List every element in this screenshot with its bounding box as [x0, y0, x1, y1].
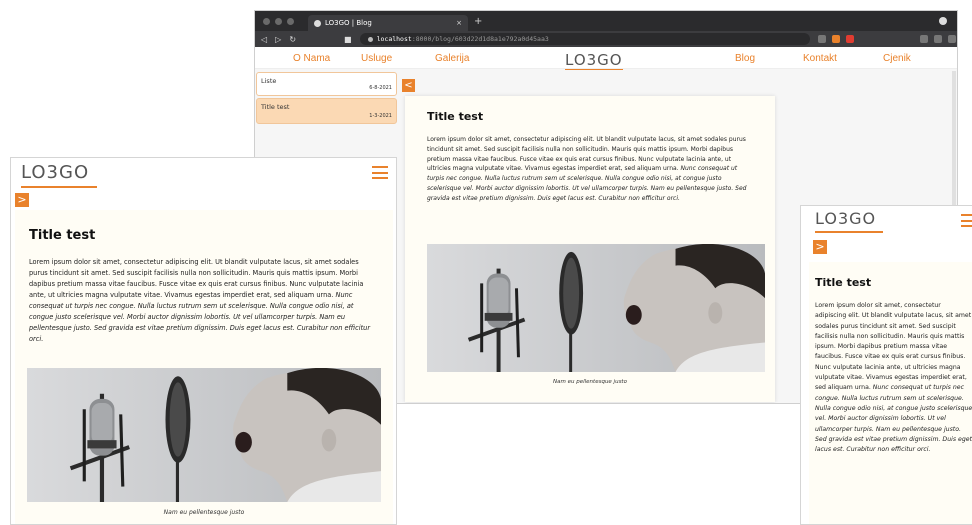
post-photo	[427, 244, 765, 372]
browser-tab-title: LO3GO | Blog	[325, 19, 372, 27]
blog-post-card: Title test Lorem ipsum dolor sit amet, c…	[15, 210, 393, 524]
extension-icon[interactable]	[831, 35, 840, 43]
sidebar-item-title-test[interactable]: Title test 1-3-2021	[256, 98, 397, 124]
photo-caption: Nam eu pellentesque justo	[163, 509, 245, 516]
post-body-italic: Nunc consequat ut turpis nec congue. Nul…	[815, 384, 972, 454]
check-extension-icon[interactable]	[919, 35, 928, 43]
blog-post-card: Title test Lorem ipsum dolor sit amet, c…	[405, 96, 775, 402]
bookmark-icon[interactable]: ■	[344, 35, 352, 44]
sidebar-item-liste[interactable]: Liste 6-8-2021	[256, 72, 397, 96]
site-logo[interactable]: LO3GO	[815, 209, 876, 228]
sidebar-item-date: 6-8-2021	[369, 85, 392, 91]
expand-sidebar-button[interactable]: >	[15, 193, 29, 207]
collapse-sidebar-button[interactable]: <	[402, 79, 415, 92]
tab-close-icon[interactable]: ×	[456, 19, 462, 27]
hamburger-menu-icon[interactable]	[961, 214, 972, 227]
reload-icon[interactable]: ↻	[289, 35, 296, 44]
post-body: Lorem ipsum dolor sit amet, consectetur …	[815, 301, 972, 455]
playlist-icon[interactable]	[947, 35, 956, 43]
nav-link-usluge[interactable]: Usluge	[361, 53, 392, 64]
site-info-icon[interactable]	[367, 36, 373, 42]
maximize-window-button[interactable]	[287, 17, 294, 25]
hamburger-menu-icon[interactable]	[372, 166, 388, 179]
tablet-view: LO3GO > Title test Lorem ipsum dolor sit…	[10, 157, 397, 525]
nav-link-blog[interactable]: Blog	[735, 53, 755, 64]
post-body: Lorem ipsum dolor sit amet, consectetur …	[427, 135, 753, 204]
mobile-view: LO3GO > Title test Lorem ipsum dolor sit…	[800, 205, 972, 525]
url-path: :8000/blog/603d22d1d8a1e792a0d45aa3	[411, 35, 549, 43]
post-photo	[27, 368, 381, 502]
site-logo[interactable]: LO3GO	[565, 51, 623, 69]
post-body-regular: Lorem ipsum dolor sit amet, consectetur …	[29, 258, 364, 299]
reader-icon[interactable]	[817, 35, 826, 43]
browser-tab[interactable]: LO3GO | Blog ×	[308, 15, 468, 31]
photo-caption: Nam eu pellentesque justo	[553, 379, 627, 385]
logo-underline	[21, 186, 97, 188]
sidebar-item-date: 1-3-2021	[369, 113, 392, 119]
post-title: Title test	[29, 228, 96, 243]
browser-toolbar: ◁ ▷ ↻ ■ localhost :8000/blog/603d22d1d8a…	[255, 31, 957, 47]
blog-sidebar: Liste 6-8-2021 Title test 1-3-2021	[255, 71, 399, 126]
browser-tab-bar: LO3GO | Blog × +	[255, 11, 957, 31]
address-bar[interactable]: localhost :8000/blog/603d22d1d8a1e792a0d…	[359, 33, 810, 45]
blog-post-card: Title test Lorem ipsum dolor sit amet, c…	[809, 262, 972, 524]
sidebar-item-label: Liste	[261, 77, 277, 85]
logo-underline	[565, 69, 623, 70]
sidebar-item-label: Title test	[261, 103, 290, 111]
back-nav-icon[interactable]: ◁	[261, 35, 267, 44]
close-window-button[interactable]	[263, 17, 270, 25]
forward-nav-icon[interactable]: ▷	[275, 35, 281, 44]
nav-link-galerija[interactable]: Galerija	[435, 53, 469, 64]
logo-underline	[815, 231, 883, 233]
site-logo[interactable]: LO3GO	[21, 162, 89, 183]
nav-link-cjenik[interactable]: Cjenik	[883, 53, 911, 64]
new-tab-button[interactable]: +	[474, 16, 482, 27]
post-title: Title test	[815, 276, 872, 289]
url-host: localhost	[376, 35, 412, 43]
puzzle-icon[interactable]	[933, 35, 942, 43]
minimize-window-button[interactable]	[275, 17, 282, 25]
post-body: Lorem ipsum dolor sit amet, consectetur …	[29, 257, 379, 345]
nav-link-o-nama[interactable]: O Nama	[293, 53, 330, 64]
extensions-area	[817, 35, 957, 43]
nav-link-kontakt[interactable]: Kontakt	[803, 53, 837, 64]
window-controls[interactable]	[263, 17, 294, 25]
expand-sidebar-button[interactable]: >	[813, 240, 827, 254]
post-body-regular: Lorem ipsum dolor sit amet, consectetur …	[815, 302, 972, 392]
alert-extension-icon[interactable]	[845, 35, 854, 43]
browser-menu-icon[interactable]	[939, 17, 947, 25]
favicon-icon	[314, 19, 321, 27]
post-title: Title test	[427, 110, 484, 123]
